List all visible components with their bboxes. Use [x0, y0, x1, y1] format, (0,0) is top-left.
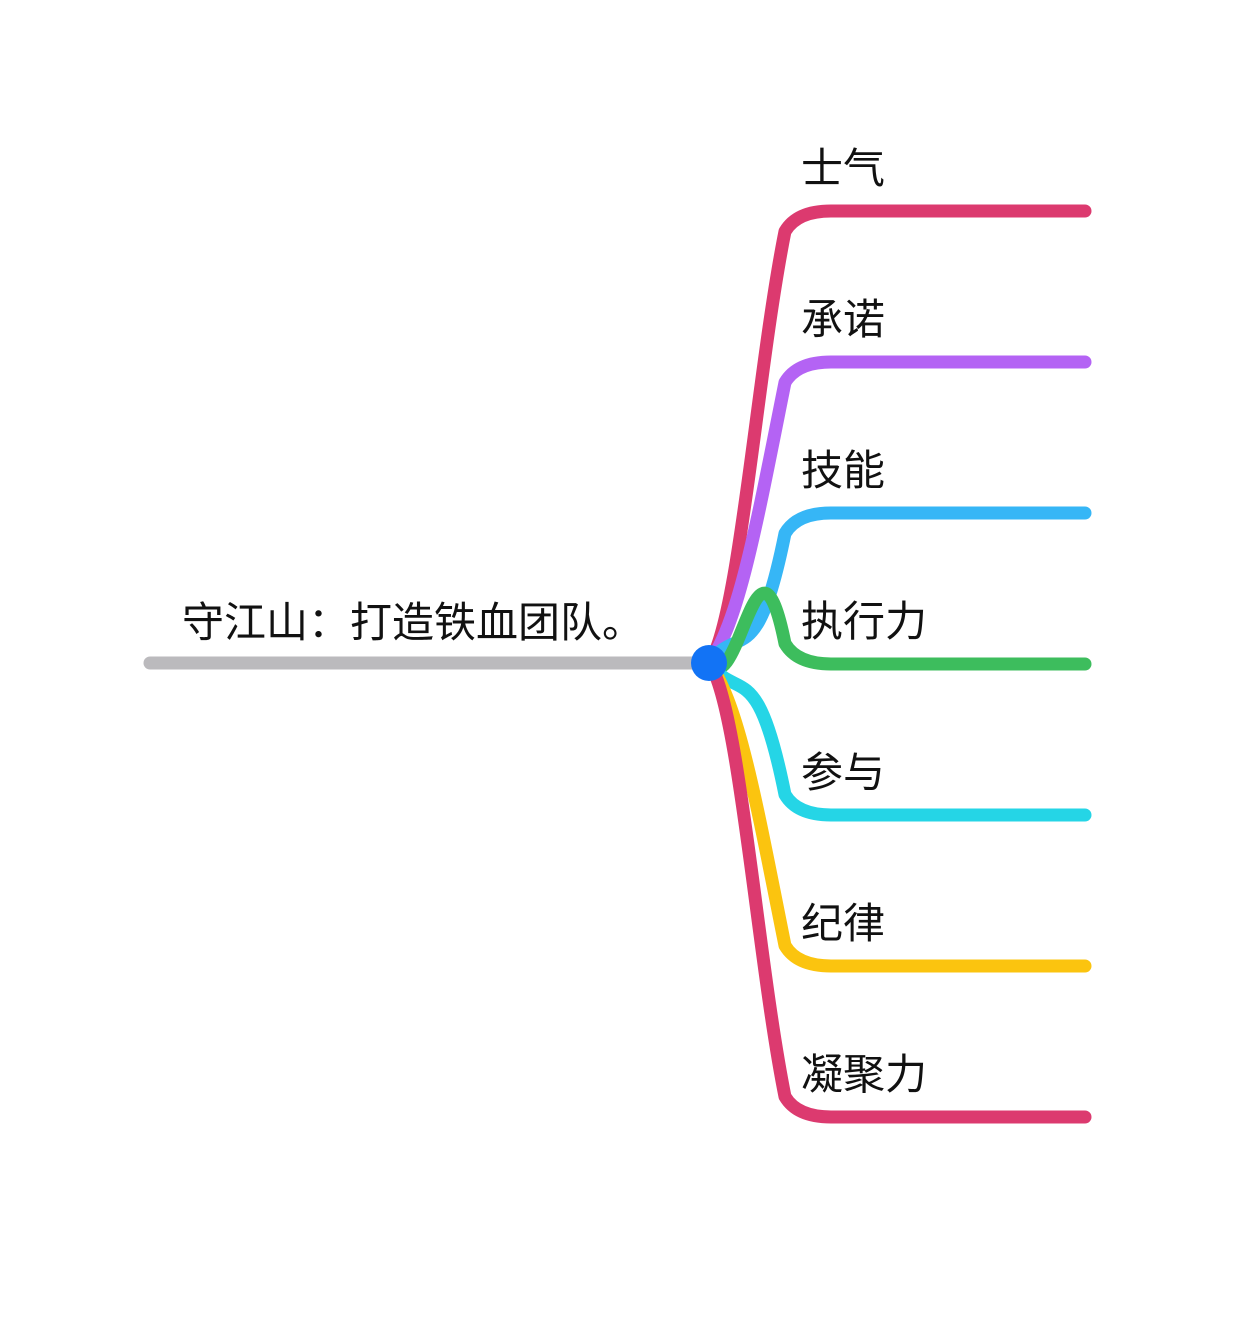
branch-label-7[interactable]: 凝聚力	[801, 1050, 927, 1099]
branch-label-3[interactable]: 技能	[801, 446, 885, 495]
branch-label-1[interactable]: 士气	[801, 144, 885, 193]
root-topic-label[interactable]: 守江山：打造铁血团队。	[182, 598, 644, 647]
branch-label-5[interactable]: 参与	[801, 748, 885, 797]
branch-label-2[interactable]: 承诺	[801, 295, 885, 344]
branch-curves	[702, 204, 1092, 1124]
branch-line-5	[702, 656, 1092, 822]
branch-label-6[interactable]: 纪律	[801, 899, 885, 948]
mind-map: 士气承诺技能执行力参与纪律凝聚力 守江山：打造铁血团队。	[143, 144, 1092, 1124]
branch-label-4[interactable]: 执行力	[801, 597, 927, 646]
branch-labels: 士气承诺技能执行力参与纪律凝聚力	[801, 144, 927, 1099]
center-node[interactable]	[691, 645, 727, 681]
